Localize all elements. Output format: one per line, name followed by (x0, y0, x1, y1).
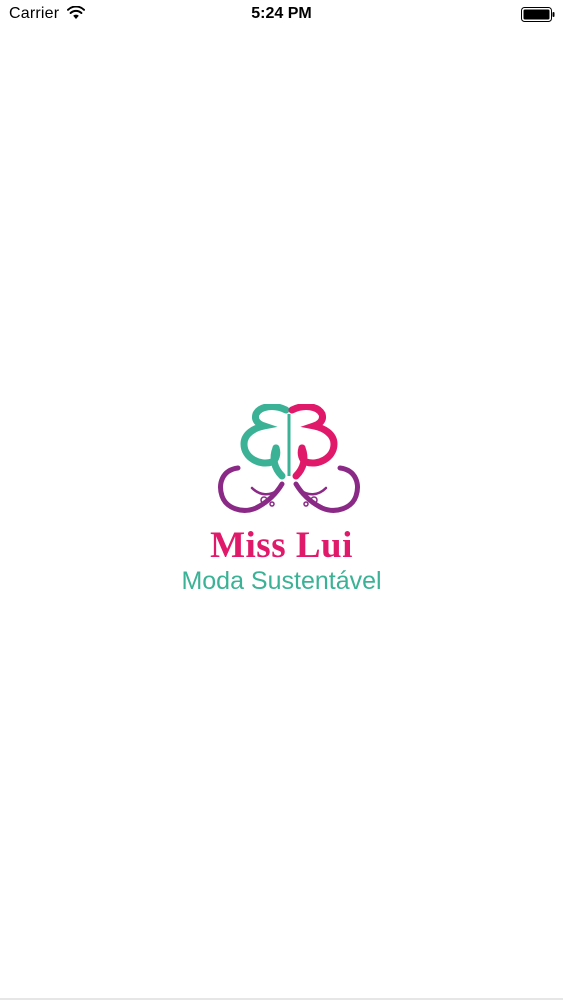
brand-name: Miss Lui (210, 525, 353, 566)
butterfly-logo-icon (218, 404, 360, 513)
splash-screen: Carrier 5:24 PM Miss Lui Moda Sustentáve… (0, 0, 563, 1000)
brand-logo: Miss Lui Moda Sustentável (0, 404, 563, 604)
battery-icon (521, 7, 555, 22)
status-bar: Carrier 5:24 PM (0, 0, 563, 30)
brand-tagline: Moda Sustentável (181, 567, 382, 595)
clock: 5:24 PM (251, 5, 312, 22)
